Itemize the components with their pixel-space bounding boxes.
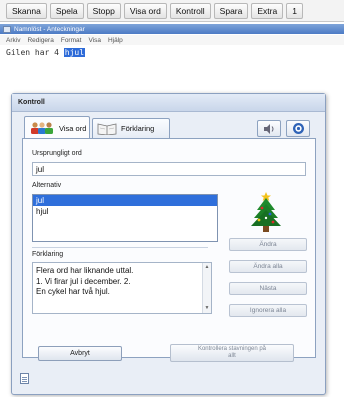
- menu-hjalp[interactable]: Hjälp: [108, 37, 123, 44]
- christmas-tree-icon: [251, 192, 281, 232]
- next-button[interactable]: Nästa: [229, 282, 307, 295]
- notepad-icon: [3, 25, 11, 33]
- alternatives-list[interactable]: jul hjul: [32, 194, 218, 242]
- toolbar-button-stopp[interactable]: Stopp: [86, 2, 121, 19]
- toolbar-button-spara[interactable]: Spara: [213, 2, 249, 19]
- explanation-label: Förklaring: [32, 251, 64, 258]
- notepad-text[interactable]: Gilen har 4 hjul: [6, 48, 86, 57]
- alternative-item-selected[interactable]: jul: [33, 195, 217, 206]
- notepad-text-plain: Gilen har 4: [6, 48, 64, 57]
- section-divider: [32, 247, 208, 248]
- dialog-titlebar: Kontroll: [12, 94, 325, 112]
- explanation-box[interactable]: Flera ord har liknande uttal. 1. Vi fira…: [32, 262, 212, 314]
- book-icon: [97, 123, 117, 135]
- change-all-button[interactable]: Ändra alla: [229, 260, 307, 273]
- explanation-line: Flera ord har liknande uttal.: [36, 266, 134, 275]
- explanation-line: 1. Vi firar jul i december. 2.: [36, 276, 131, 286]
- toolbar-button-kontroll[interactable]: Kontroll: [169, 2, 211, 19]
- menu-redigera[interactable]: Redigera: [27, 37, 53, 44]
- check-all-label-line1: Kontrollera stavningen på: [197, 346, 267, 352]
- menu-format[interactable]: Format: [61, 37, 82, 44]
- notepad-titlebar: Namnlöst - Anteckningar: [0, 24, 344, 34]
- tab-forklaring[interactable]: Förklaring: [92, 118, 170, 138]
- tab-visa-ord[interactable]: Visa ord: [24, 116, 90, 139]
- scroll-down-arrow-icon[interactable]: ▼: [203, 304, 211, 313]
- tab-forklaring-label: Förklaring: [121, 124, 155, 133]
- toolbar-button-visa-ord[interactable]: Visa ord: [123, 2, 167, 19]
- check-all-label-line2: allt: [228, 353, 236, 359]
- toolbar-button-extra[interactable]: Extra: [251, 2, 284, 19]
- speaker-icon: [264, 123, 274, 134]
- gear-icon: [292, 123, 304, 134]
- alternatives-label: Alternativ: [32, 182, 62, 189]
- explanation-scrollbar[interactable]: ▲ ▼: [202, 263, 211, 313]
- original-word-field[interactable]: jul: [32, 162, 306, 176]
- toolbar-button-help[interactable]: 1: [286, 2, 303, 19]
- alternative-item[interactable]: hjul: [33, 206, 217, 217]
- app-toolbar: Skanna Spela Stopp Visa ord Kontroll Spa…: [0, 0, 344, 22]
- original-word-label: Ursprungligt ord: [32, 150, 82, 157]
- menu-visa[interactable]: Visa: [88, 37, 101, 44]
- kontroll-dialog: Kontroll Visa ord Förklaring Ursprunglig…: [11, 93, 326, 395]
- scroll-up-arrow-icon[interactable]: ▲: [203, 263, 211, 272]
- explanation-line: En cykel har två hjul.: [36, 287, 110, 296]
- notepad-text-selection: hjul: [63, 48, 86, 57]
- speaker-button[interactable]: [257, 120, 281, 137]
- change-button[interactable]: Ändra: [229, 238, 307, 251]
- toolbar-button-skanna[interactable]: Skanna: [6, 2, 47, 19]
- ignore-all-button[interactable]: Ignorera alla: [229, 304, 307, 317]
- check-all-button[interactable]: Kontrollera stavningen på allt: [170, 344, 294, 362]
- notepad-menubar: Arkiv Redigera Format Visa Hjälp: [0, 35, 344, 45]
- toolbar-button-spela[interactable]: Spela: [49, 2, 84, 19]
- tab-visa-ord-label: Visa ord: [59, 123, 87, 133]
- menu-arkiv[interactable]: Arkiv: [6, 37, 20, 44]
- settings-button[interactable]: [286, 120, 310, 137]
- cancel-button[interactable]: Avbryt: [38, 346, 122, 361]
- notepad-title: Namnlöst - Anteckningar: [14, 25, 85, 33]
- document-icon: [20, 373, 29, 384]
- dialog-title: Kontroll: [18, 99, 45, 106]
- people-icon: [31, 122, 53, 134]
